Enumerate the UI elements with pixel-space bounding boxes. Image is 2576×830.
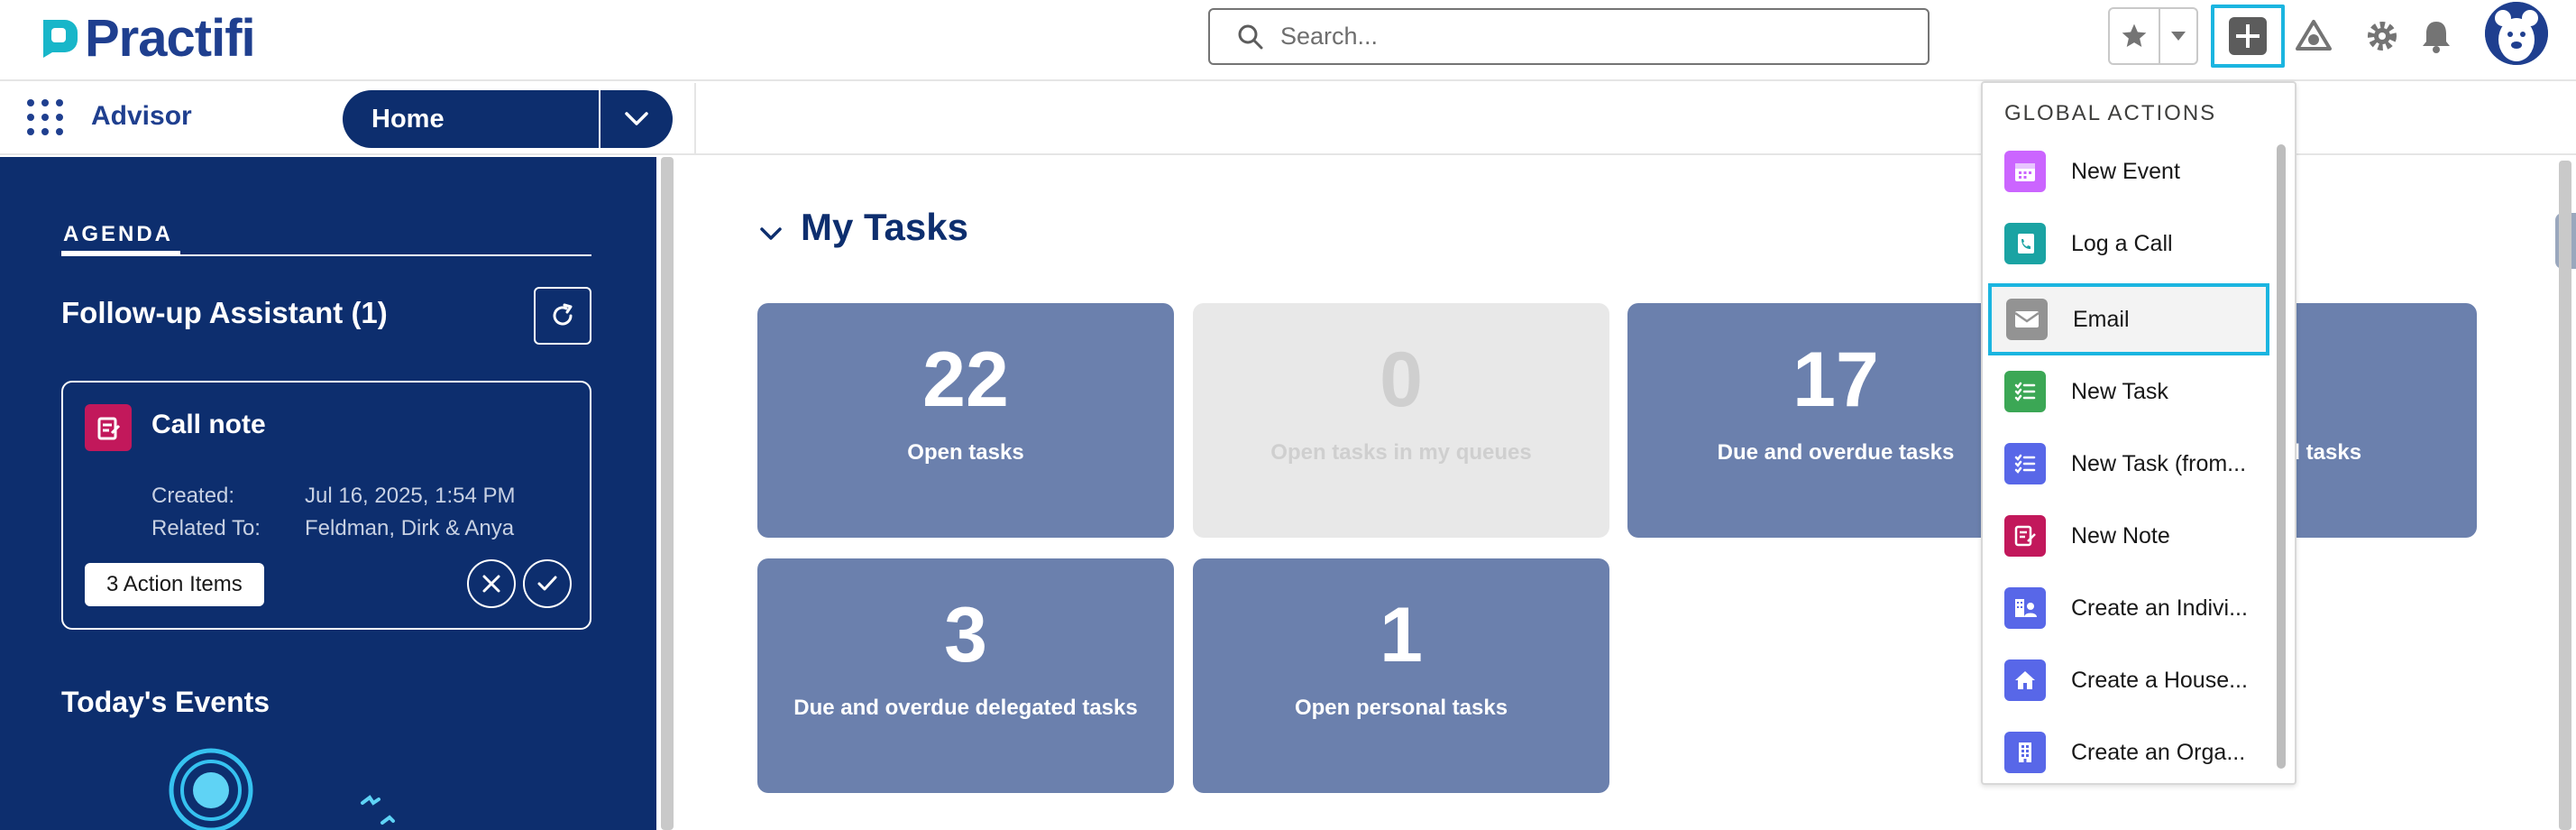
refresh-button[interactable] bbox=[534, 287, 591, 345]
tab-home-label: Home bbox=[371, 104, 445, 134]
tile-label: Open tasks in my queues bbox=[1270, 440, 1532, 465]
check-icon bbox=[537, 576, 557, 591]
my-tasks-title: My Tasks bbox=[801, 206, 968, 248]
organization-icon bbox=[2004, 732, 2046, 773]
tile-label: Due and overdue delegated tasks bbox=[793, 696, 1138, 720]
tile-open-tasks[interactable]: 22 Open tasks bbox=[757, 303, 1174, 538]
agenda-scrollbar[interactable] bbox=[661, 157, 674, 830]
task-list-icon bbox=[2004, 443, 2046, 484]
favorites-button[interactable] bbox=[2110, 9, 2160, 63]
menu-item-label: Create a House... bbox=[2071, 667, 2248, 693]
notifications-bell-icon[interactable] bbox=[2416, 16, 2456, 56]
menu-item-label: New Task (from... bbox=[2071, 450, 2247, 476]
tile-label: Open tasks bbox=[907, 440, 1024, 465]
favorites-button-group bbox=[2108, 7, 2198, 65]
nav-divider bbox=[694, 83, 696, 155]
menu-item-label: Email bbox=[2073, 306, 2130, 332]
global-actions-header: GLOBAL ACTIONS bbox=[2004, 101, 2217, 125]
tab-agenda[interactable]: AGENDA bbox=[63, 222, 173, 247]
tile-label: Open personal tasks bbox=[1294, 696, 1508, 720]
menu-item-label: New Task bbox=[2071, 378, 2168, 404]
menu-item-log-a-call[interactable]: Log a Call bbox=[1983, 208, 2273, 280]
individual-icon bbox=[2004, 587, 2046, 629]
calendar-icon bbox=[2004, 151, 2046, 192]
note-icon bbox=[85, 404, 132, 451]
chevron-down-icon[interactable] bbox=[757, 220, 784, 247]
menu-item-email[interactable]: Email bbox=[1988, 283, 2269, 355]
todays-events-title: Today's Events bbox=[61, 686, 270, 718]
search-placeholder: Search... bbox=[1280, 23, 1379, 50]
menu-item-label: New Note bbox=[2071, 522, 2170, 549]
tile-count: 0 bbox=[1380, 337, 1423, 423]
menu-item-create-organization[interactable]: Create an Orga... bbox=[1983, 716, 2273, 788]
chevron-down-icon bbox=[625, 112, 648, 125]
related-label: Related To: bbox=[151, 516, 261, 540]
menu-item-new-task[interactable]: New Task bbox=[1983, 355, 2273, 428]
practifi-logo-icon bbox=[43, 20, 78, 58]
tile-count: 1 bbox=[1380, 592, 1423, 678]
menu-item-new-task-from-template[interactable]: New Task (from... bbox=[1983, 428, 2273, 500]
task-icon bbox=[2004, 371, 2046, 412]
action-items-badge[interactable]: 3 Action Items bbox=[85, 563, 264, 606]
plus-icon bbox=[2229, 17, 2267, 55]
household-icon bbox=[2004, 659, 2046, 701]
app-launcher-icon[interactable] bbox=[25, 97, 65, 137]
user-avatar[interactable] bbox=[2485, 2, 2548, 65]
tile-count: 22 bbox=[922, 337, 1009, 423]
menu-item-label: New Event bbox=[2071, 158, 2180, 184]
menu-item-label: Log a Call bbox=[2071, 230, 2173, 256]
setup-gear-icon[interactable] bbox=[2362, 16, 2402, 56]
refresh-icon bbox=[553, 303, 573, 326]
complete-button[interactable] bbox=[523, 559, 572, 608]
global-actions-menu: GLOBAL ACTIONS New Event Log a Call Emai… bbox=[1981, 81, 2296, 785]
tab-home[interactable]: Home bbox=[343, 90, 673, 148]
menu-item-new-note[interactable]: New Note bbox=[1983, 500, 2273, 572]
nav-menu-button[interactable] bbox=[599, 90, 673, 148]
email-icon bbox=[2006, 299, 2048, 340]
menu-item-create-individual[interactable]: Create an Indivi... bbox=[1983, 572, 2273, 644]
tile-open-personal-tasks[interactable]: 1 Open personal tasks bbox=[1193, 558, 1609, 793]
agenda-panel: AGENDA Follow-up Assistant (1) Call note… bbox=[0, 157, 656, 830]
star-icon bbox=[2122, 23, 2147, 47]
tile-count: 3 bbox=[944, 592, 987, 678]
followup-card[interactable]: Call note Created: Jul 16, 2025, 1:54 PM… bbox=[61, 381, 591, 630]
app-name: Advisor bbox=[91, 101, 192, 131]
menu-item-label: Create an Indivi... bbox=[2071, 595, 2248, 621]
search-icon bbox=[1238, 24, 1263, 49]
practifi-logo[interactable]: Practifi bbox=[38, 9, 256, 68]
menu-item-label: Create an Orga... bbox=[2071, 739, 2246, 765]
global-search-input[interactable]: Search... bbox=[1208, 8, 1930, 65]
menu-item-new-event[interactable]: New Event bbox=[1983, 135, 2273, 208]
global-actions-button[interactable] bbox=[2211, 5, 2285, 68]
phone-icon bbox=[2004, 223, 2046, 264]
trailhead-icon[interactable] bbox=[2294, 16, 2333, 56]
dismiss-button[interactable] bbox=[467, 559, 516, 608]
menu-scrollbar[interactable] bbox=[2277, 144, 2286, 769]
brand-name: Practifi bbox=[85, 8, 256, 68]
tile-due-and-overdue-delegated-tasks[interactable]: 3 Due and overdue delegated tasks bbox=[757, 558, 1174, 793]
favorites-list-button[interactable] bbox=[2160, 9, 2196, 63]
tile-open-tasks-in-queues: 0 Open tasks in my queues bbox=[1193, 303, 1609, 538]
related-value[interactable]: Feldman, Dirk & Anya bbox=[305, 516, 514, 541]
main-scrollbar[interactable] bbox=[2559, 161, 2571, 830]
tab-active-indicator bbox=[61, 251, 180, 256]
note-icon bbox=[2004, 515, 2046, 557]
close-icon bbox=[482, 575, 500, 593]
followup-assistant-title: Follow-up Assistant (1) bbox=[61, 296, 388, 329]
card-title[interactable]: Call note bbox=[151, 410, 266, 440]
caret-down-icon bbox=[2171, 32, 2186, 41]
empty-events-illustration bbox=[169, 748, 395, 830]
menu-item-create-household[interactable]: Create a House... bbox=[1983, 644, 2273, 716]
created-value: Jul 16, 2025, 1:54 PM bbox=[305, 484, 516, 508]
global-header: Practifi Search... bbox=[0, 0, 2576, 81]
created-label: Created: bbox=[151, 484, 235, 508]
